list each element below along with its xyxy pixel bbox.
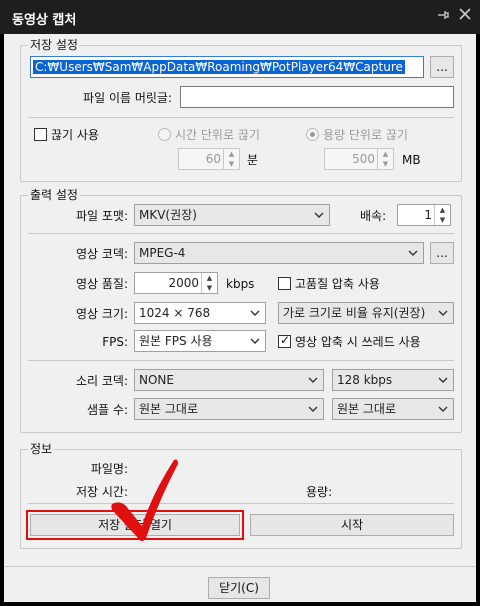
video-codec-label: 영상 코덱: — [75, 247, 128, 261]
prefix-input[interactable] — [180, 86, 454, 108]
close-button[interactable]: 닫기(C) — [208, 577, 270, 599]
chevron-down-icon — [250, 338, 260, 344]
aspect-ratio-select[interactable]: 가로 크기로 비율 유지(권장) — [278, 302, 454, 324]
video-size-value: 1024 × 768 — [139, 306, 211, 320]
stepper-down-icon[interactable]: ▼ — [435, 215, 450, 225]
close-icon[interactable] — [456, 8, 474, 26]
stepper-up-icon[interactable]: ▲ — [202, 273, 217, 283]
title-bar: 동영상 캡처 — [0, 0, 480, 34]
save-path-text: C:₩Users₩Sam₩AppData₩Roaming₩PotPlayer64… — [33, 60, 405, 74]
video-quality-value: 2000 — [168, 276, 199, 290]
thread-checkbox[interactable] — [278, 333, 291, 348]
high-quality-checkbox[interactable] — [278, 277, 291, 290]
chevron-down-icon — [250, 310, 260, 316]
output-settings-legend: 출력 설정 — [28, 188, 80, 202]
speed-label: 배속: — [360, 209, 387, 223]
pin-icon[interactable] — [434, 8, 452, 26]
stepper-up-icon[interactable]: ▲ — [224, 149, 239, 159]
chevron-down-icon — [314, 212, 324, 218]
split-label: 끊기 사용 — [51, 128, 99, 142]
sample-rate-label: 샘플 수: — [87, 403, 128, 417]
audio-bitrate-select[interactable]: 128 kbps — [332, 369, 454, 391]
audio-codec-value: NONE — [139, 373, 174, 387]
video-codec-settings-button[interactable]: ... — [430, 242, 454, 264]
fps-select[interactable]: 원본 FPS 사용 — [134, 330, 266, 352]
size-split-unit: MB — [402, 153, 421, 167]
time-split-radio[interactable] — [158, 128, 171, 141]
size-split-radio[interactable] — [306, 128, 319, 141]
audio-bitrate-value: 128 kbps — [337, 373, 393, 387]
time-split-unit: 분 — [247, 153, 259, 167]
chevron-down-icon — [308, 406, 318, 412]
speed-value: 1 — [424, 208, 432, 222]
output-separator-1 — [28, 233, 454, 234]
chevron-down-icon — [438, 406, 448, 412]
audio-codec-label: 소리 코덱: — [75, 374, 128, 388]
sample-rate-value: 원본 그대로 — [139, 402, 199, 416]
audio-codec-select[interactable]: NONE — [134, 369, 324, 391]
time-split-stepper[interactable]: 60 ▲ ▼ — [178, 148, 240, 170]
video-quality-unit: kbps — [226, 277, 255, 291]
aspect-ratio-value: 가로 크기로 비율 유지(권장) — [283, 306, 426, 320]
sample-rate-select[interactable]: 원본 그대로 — [134, 398, 324, 420]
output-separator-2 — [28, 360, 454, 361]
chevron-down-icon — [408, 250, 418, 256]
split-checkbox[interactable] — [34, 128, 47, 141]
stepper-down-icon[interactable]: ▼ — [378, 159, 393, 169]
stepper-up-icon[interactable]: ▲ — [378, 149, 393, 159]
stepper-down-icon[interactable]: ▼ — [224, 159, 239, 169]
video-codec-select[interactable]: MPEG-4 — [134, 242, 424, 264]
save-path-field[interactable]: C:₩Users₩Sam₩AppData₩Roaming₩PotPlayer64… — [30, 56, 424, 78]
format-value: MKV(권장) — [139, 208, 197, 222]
footer-separator — [4, 566, 476, 567]
format-select[interactable]: MKV(권장) — [134, 204, 330, 226]
stepper-down-icon[interactable]: ▼ — [202, 283, 217, 293]
info-separator — [28, 503, 454, 504]
video-size-label: 영상 크기: — [75, 307, 128, 321]
thread-label: 영상 압축 시 쓰레드 사용 — [295, 335, 421, 349]
size-split-stepper[interactable]: 500 ▲ ▼ — [324, 148, 394, 170]
stepper-up-icon[interactable]: ▲ — [435, 205, 450, 215]
fps-value: 원본 FPS 사용 — [139, 334, 213, 348]
time-split-value: 60 — [205, 152, 221, 166]
chevron-down-icon — [438, 310, 448, 316]
channels-value: 원본 그대로 — [337, 402, 397, 416]
save-separator — [28, 117, 454, 118]
file-size-label: 용량: — [306, 485, 333, 499]
prefix-label: 파일 이름 머릿글: — [83, 91, 172, 105]
video-quality-label: 영상 품질: — [75, 277, 128, 291]
fps-label: FPS: — [102, 335, 128, 349]
save-settings-legend: 저장 설정 — [28, 38, 80, 52]
video-codec-value: MPEG-4 — [139, 246, 186, 260]
start-button[interactable]: 시작 — [250, 514, 454, 536]
video-quality-stepper[interactable]: 2000 ▲ ▼ — [134, 272, 218, 294]
chevron-down-icon — [308, 377, 318, 383]
video-size-select[interactable]: 1024 × 768 — [134, 302, 266, 324]
format-label: 파일 포맷: — [75, 209, 128, 223]
browse-path-button[interactable]: ... — [430, 56, 454, 78]
info-legend: 정보 — [28, 442, 55, 456]
size-split-label: 용량 단위로 끊기 — [323, 128, 408, 142]
high-quality-label: 고품질 압축 사용 — [295, 277, 380, 291]
time-split-label: 시간 단위로 끊기 — [175, 128, 260, 142]
window-title: 동영상 캡처 — [12, 13, 77, 28]
chevron-down-icon — [438, 377, 448, 383]
size-split-value: 500 — [352, 152, 375, 166]
red-checkmark-icon — [111, 459, 178, 541]
channels-select[interactable]: 원본 그대로 — [332, 398, 454, 420]
speed-stepper[interactable]: 1 ▲ ▼ — [397, 204, 451, 226]
